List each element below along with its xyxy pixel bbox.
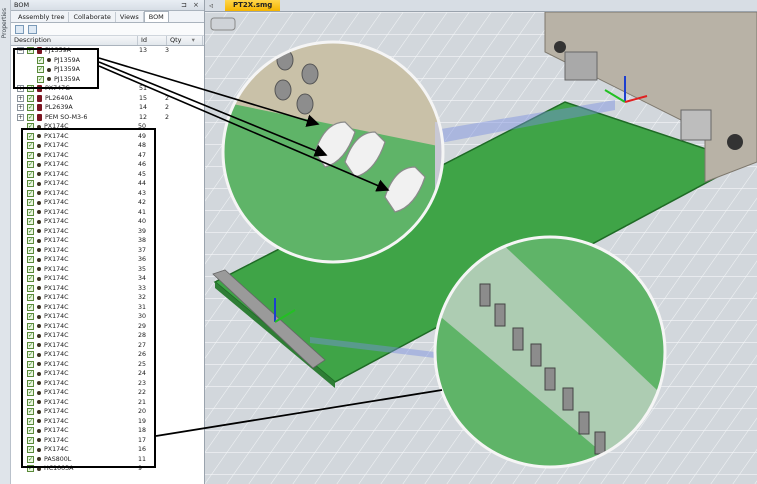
callout-arrows bbox=[98, 57, 443, 437]
arrow-bottom bbox=[155, 389, 443, 437]
arrow-1 bbox=[98, 57, 320, 127]
arrow-2 bbox=[98, 61, 328, 157]
arrow-3 bbox=[98, 65, 390, 192]
